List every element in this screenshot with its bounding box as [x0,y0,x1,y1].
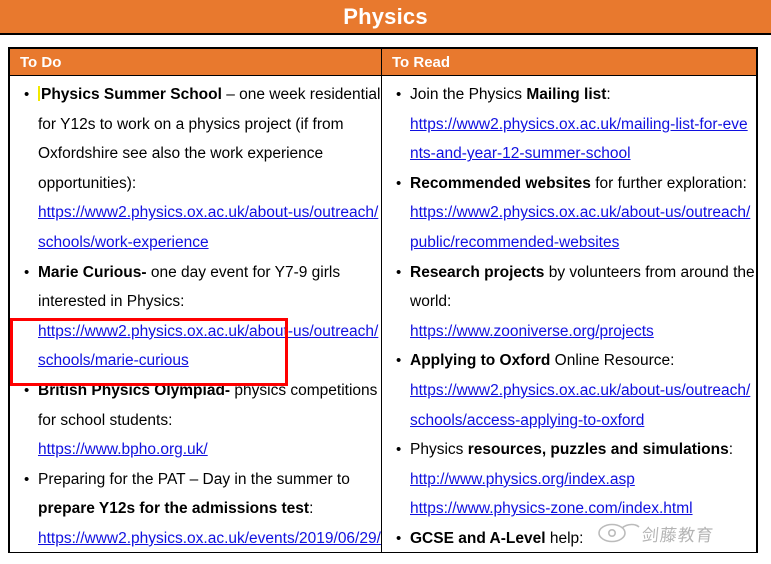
bullet-text-post: : [606,86,611,103]
cell-to-do: Physics Summer School – one week residen… [10,76,382,552]
to-read-list: Join the Physics Mailing list: https://w… [382,76,756,552]
bullet-text-pre: Physics [410,441,468,459]
list-item: Research projects by volunteers from aro… [388,258,756,347]
list-item: British Physics Olympiad- physics compet… [16,376,381,465]
bullet-bold-mid: resources, puzzles and simulations [467,441,729,459]
bullet-bold-lead: Recommended websites [410,174,591,192]
link-recommended-websites[interactable]: https://www2.physics.ox.ac.uk/about-us/o… [410,198,756,257]
link-zooniverse[interactable]: https://www.zooniverse.org/projects [410,317,756,347]
bullet-bold-lead: Marie Curious- [38,263,147,281]
column-header-to-do: To Do [10,49,382,75]
bullet-bold-lead: Physics Summer School [41,86,222,103]
link-applying-to-oxford[interactable]: https://www2.physics.ox.ac.uk/about-us/o… [410,376,756,435]
page-title: Physics [343,4,428,29]
text-cursor-icon [38,86,40,101]
list-item: Preparing for the PAT – Day in the summe… [16,465,381,552]
bullet-text-post: : [728,441,734,459]
list-item: Applying to Oxford Online Resource: http… [388,346,756,435]
bullet-text: Online Resource: [550,352,675,370]
bullet-text: help: [545,529,584,547]
page-title-banner: Physics [0,0,771,35]
link-preparing-for-pat[interactable]: https://www2.physics.ox.ac.uk/events/201… [38,524,381,552]
list-item: Join the Physics Mailing list: https://w… [388,80,756,169]
bullet-text-pre: Preparing for the PAT – Day in the summe… [38,470,350,488]
bullet-text: for further exploration: [590,174,747,192]
table-header-row: To Do To Read [10,49,756,76]
bullet-bold-lead: Applying to Oxford [410,352,551,370]
bullet-text-post: : [309,500,314,518]
bullet-bold-lead: Research projects [410,263,545,281]
list-item: GCSE and A-Level help: https://isaacphys… [388,524,756,552]
list-item: Marie Curious- one day event for Y7-9 gi… [16,258,381,376]
resources-table: To Do To Read Physics Summer School – on… [8,47,758,553]
bullet-text-pre: Join the Physics [410,86,527,103]
bullet-bold-mid: prepare Y12s for the admissions test [38,500,310,518]
link-work-experience[interactable]: https://www2.physics.ox.ac.uk/about-us/o… [38,198,381,257]
link-bpho[interactable]: https://www.bpho.org.uk/ [38,435,381,465]
table-body-row: Physics Summer School – one week residen… [10,76,756,552]
list-item: Physics resources, puzzles and simulatio… [388,435,756,524]
bullet-bold-lead: British Physics Olympiad- [38,381,231,399]
bullet-bold-lead: GCSE and A-Level [410,529,546,547]
link-physics-org[interactable]: http://www.physics.org/index.asp [410,465,756,495]
bullet-bold-mid: Mailing list [526,86,607,103]
link-physics-zone[interactable]: https://www.physics-zone.com/index.html [410,494,756,524]
link-mailing-list[interactable]: https://www2.physics.ox.ac.uk/mailing-li… [410,110,756,169]
column-header-to-read: To Read [392,54,451,71]
list-item: Physics Summer School – one week residen… [16,80,381,258]
to-do-list: Physics Summer School – one week residen… [10,76,381,552]
list-item: Recommended websites for further explora… [388,169,756,258]
link-marie-curious[interactable]: https://www2.physics.ox.ac.uk/about-us/o… [38,317,381,376]
cell-to-read: Join the Physics Mailing list: https://w… [382,76,756,552]
